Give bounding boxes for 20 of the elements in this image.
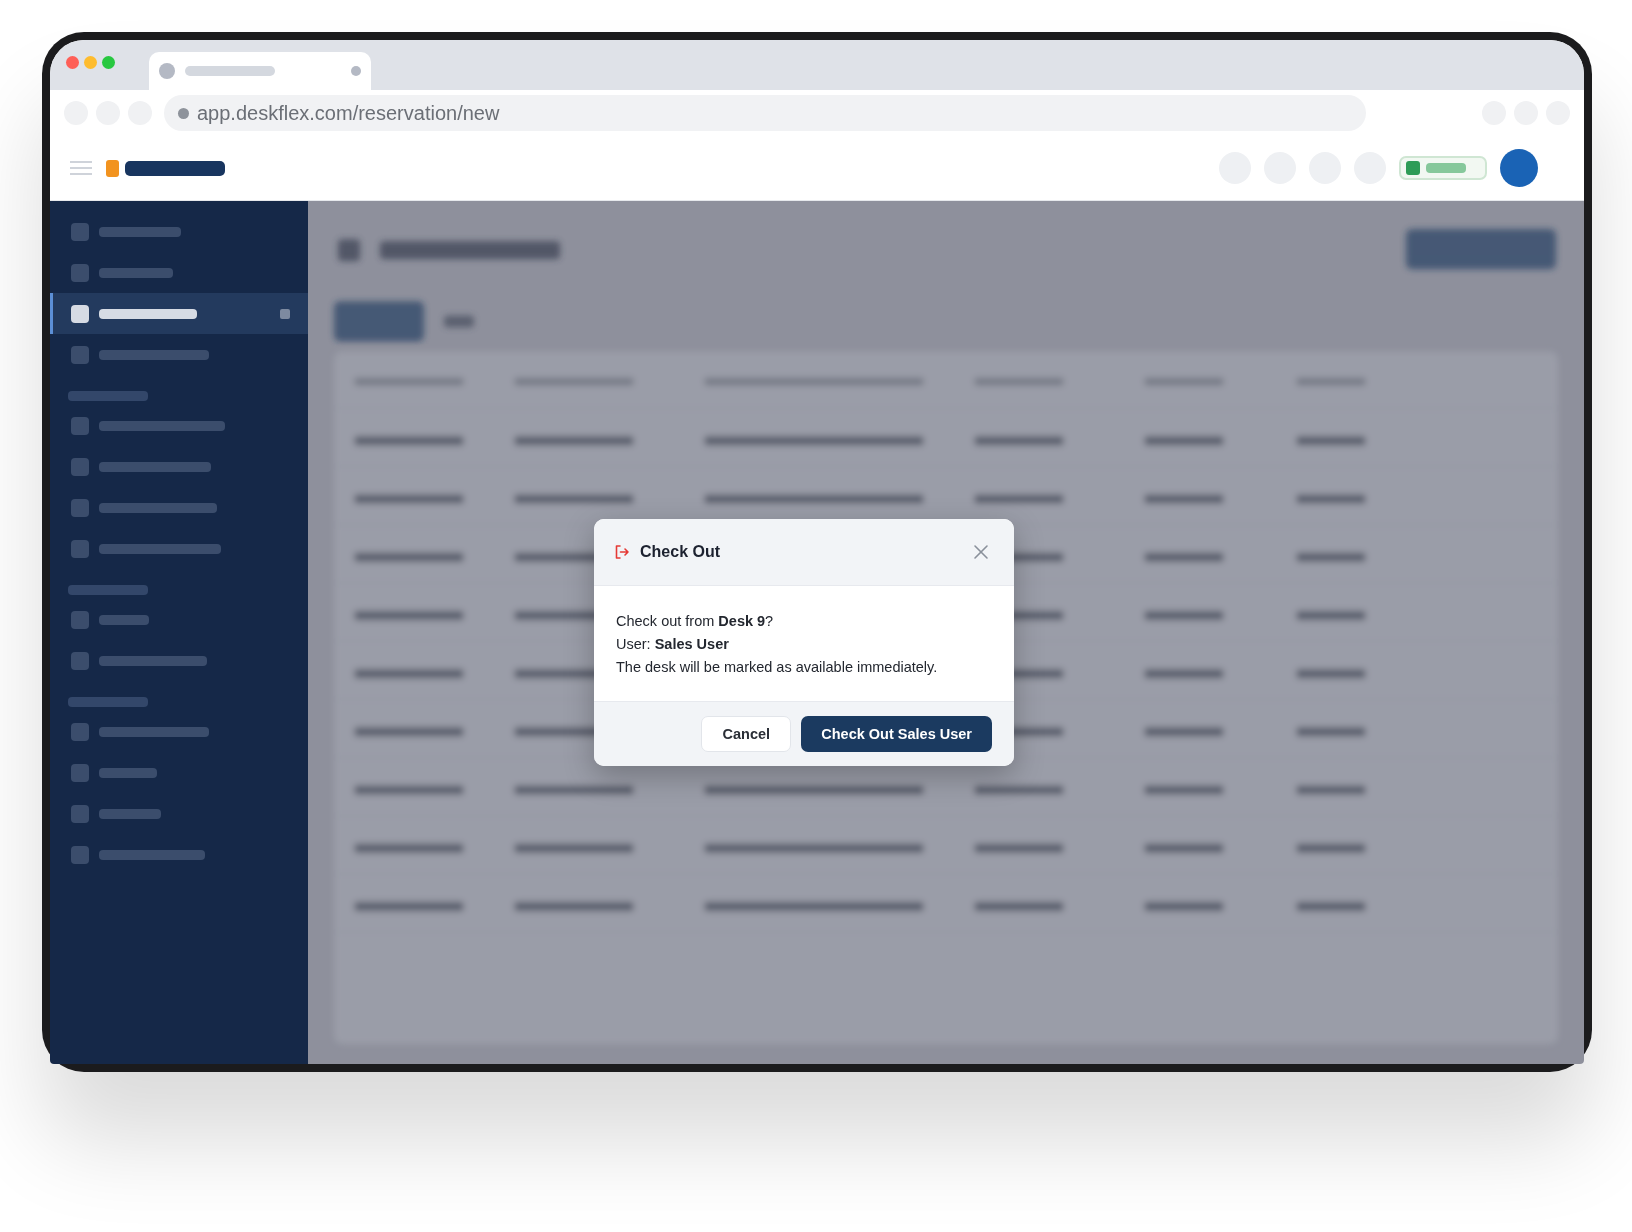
site-dot-icon xyxy=(178,107,189,119)
url-text: app.deskflex.com/reservation/new xyxy=(197,101,500,125)
zoom-dot[interactable] xyxy=(102,55,115,69)
menu-icon[interactable] xyxy=(70,160,92,176)
plan-pill[interactable] xyxy=(1399,156,1487,180)
close-icon xyxy=(973,544,989,560)
address-bar[interactable]: app.deskflex.com/reservation/new xyxy=(164,95,1366,131)
dialog-text: The desk will be marked as available immediately. xyxy=(616,658,939,677)
dialog-text: User: Sales User xyxy=(616,635,730,654)
cancel-button[interactable]: Cancel xyxy=(701,716,792,752)
dialog-text: Check out from Desk 9? xyxy=(616,612,775,631)
logo-icon xyxy=(106,159,119,177)
dialog-title: Check Out xyxy=(640,543,720,561)
logout-icon xyxy=(614,544,630,560)
minimize-dot[interactable] xyxy=(84,55,97,69)
avatar[interactable] xyxy=(1500,149,1538,187)
confirm-button[interactable]: Check Out Sales User xyxy=(801,716,992,752)
close-dot[interactable] xyxy=(66,55,79,69)
sidebar-item[interactable] xyxy=(50,293,308,334)
browser-tab[interactable] xyxy=(149,52,371,90)
